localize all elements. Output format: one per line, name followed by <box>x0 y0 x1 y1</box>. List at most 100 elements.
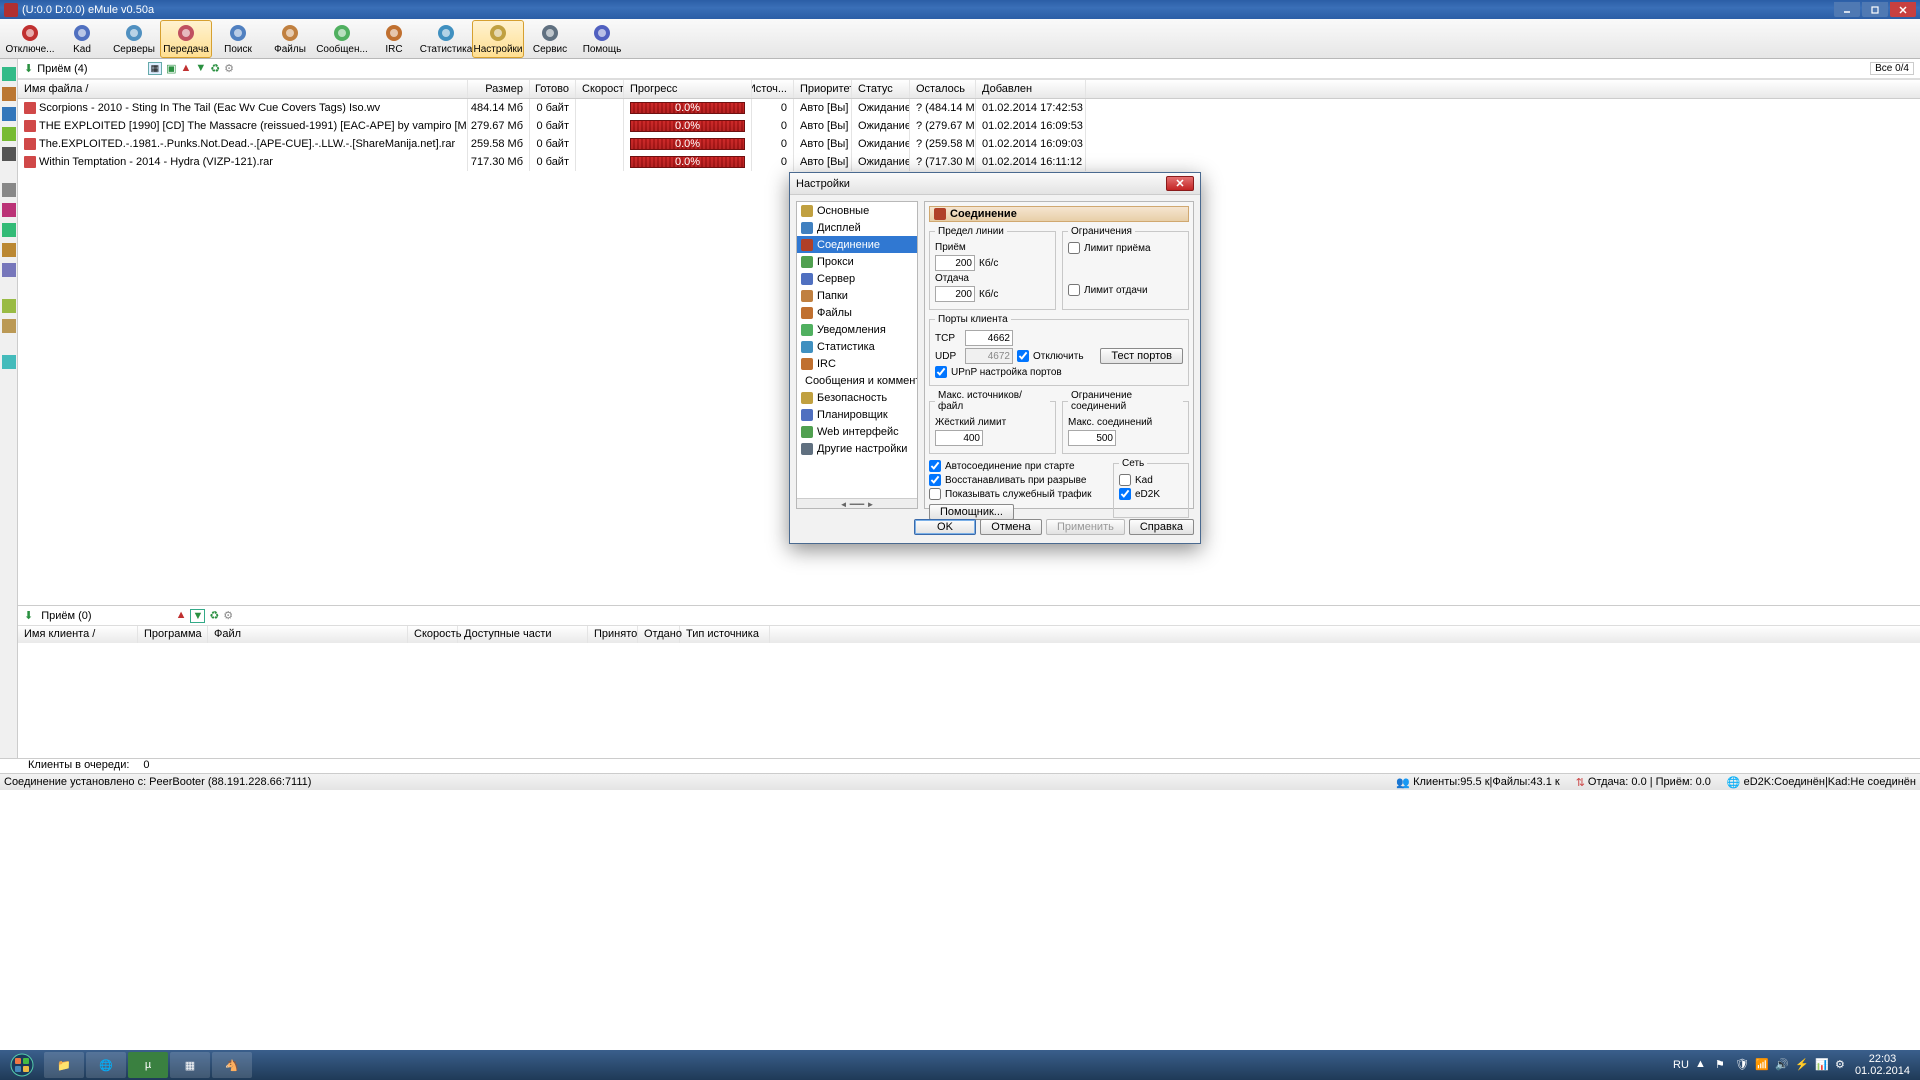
tree-item[interactable]: Основные <box>797 202 917 219</box>
col-stat[interactable]: Статус <box>852 80 910 98</box>
task-emule[interactable]: 🐴 <box>212 1052 252 1078</box>
tree-item[interactable]: Сообщения и комментарии <box>797 372 917 389</box>
col-client-speed[interactable]: Скорость <box>408 626 458 644</box>
side-icon[interactable] <box>2 355 16 369</box>
service-traffic-checkbox[interactable] <box>929 488 941 500</box>
col-client-name[interactable]: Имя клиента / <box>18 626 138 644</box>
tray-icon[interactable]: ⚡ <box>1795 1058 1809 1072</box>
max-conn-input[interactable] <box>1068 430 1116 446</box>
toolbar-files[interactable]: Файлы <box>264 20 316 58</box>
tray-icon[interactable]: ⚑ <box>1715 1058 1729 1072</box>
taskbar-clock[interactable]: 22:0301.02.2014 <box>1855 1053 1910 1077</box>
tree-item[interactable]: Файлы <box>797 304 917 321</box>
toolbar-settings[interactable]: Настройки <box>472 20 524 58</box>
arrow-up-icon[interactable]: ▲ <box>181 62 192 75</box>
side-icon[interactable] <box>2 87 16 101</box>
helper-button[interactable]: Помощник... <box>929 504 1014 520</box>
side-icon[interactable] <box>2 243 16 257</box>
test-ports-button[interactable]: Тест портов <box>1100 348 1183 364</box>
tree-item[interactable]: Соединение <box>797 236 917 253</box>
col-client-sent[interactable]: Отдано <box>638 626 680 644</box>
toolbar-stats[interactable]: Статистика <box>420 20 472 58</box>
start-button[interactable] <box>4 1051 40 1079</box>
side-icon[interactable] <box>2 67 16 81</box>
dialog-titlebar[interactable]: Настройки ✕ <box>790 173 1200 195</box>
hard-limit-input[interactable] <box>935 430 983 446</box>
clients-tab-label[interactable]: Приём (0) <box>41 610 91 622</box>
col-client-prog[interactable]: Программа <box>138 626 208 644</box>
task-app[interactable]: ▦ <box>170 1052 210 1078</box>
downloads-counter[interactable]: Все 0/4 <box>1870 62 1914 75</box>
tray-icon[interactable]: ⚙ <box>1835 1058 1849 1072</box>
col-prio[interactable]: Приоритет <box>794 80 852 98</box>
side-icon[interactable] <box>2 203 16 217</box>
tree-item[interactable]: Уведомления <box>797 321 917 338</box>
col-prog[interactable]: Прогресс <box>624 80 752 98</box>
volume-icon[interactable]: 🔊 <box>1775 1058 1789 1072</box>
arrow-up-icon[interactable]: ▲ <box>176 609 187 623</box>
tree-item[interactable]: Прокси <box>797 253 917 270</box>
tree-item[interactable]: Безопасность <box>797 389 917 406</box>
download-row[interactable]: Within Temptation - 2014 - Hydra (VIZP-1… <box>18 153 1920 171</box>
toolbar-transfer[interactable]: Передача <box>160 20 212 58</box>
toolbar-kad[interactable]: Kad <box>56 20 108 58</box>
tool-icon[interactable]: ⚙ <box>224 62 234 75</box>
download-row[interactable]: The.EXPLOITED.-.1981.-.Punks.Not.Dead.-.… <box>18 135 1920 153</box>
toolbar-messages[interactable]: Сообщен... <box>316 20 368 58</box>
tree-item[interactable]: Web интерфейс <box>797 423 917 440</box>
downloads-tab-label[interactable]: Приём (4) <box>37 63 87 75</box>
tcp-port-input[interactable] <box>965 330 1013 346</box>
tree-item[interactable]: Сервер <box>797 270 917 287</box>
col-rem[interactable]: Осталось <box>910 80 976 98</box>
reconnect-checkbox[interactable] <box>929 474 941 486</box>
toolbar-search[interactable]: Поиск <box>212 20 264 58</box>
side-icon[interactable] <box>2 263 16 277</box>
view-icon[interactable]: ▦ <box>148 62 163 75</box>
autoconnect-checkbox[interactable] <box>929 460 941 472</box>
task-explorer[interactable]: 📁 <box>44 1052 84 1078</box>
download-limit-input[interactable] <box>935 255 975 271</box>
col-client-file[interactable]: Файл <box>208 626 408 644</box>
download-cap-checkbox[interactable] <box>1068 242 1080 254</box>
side-icon[interactable] <box>2 223 16 237</box>
ok-button[interactable]: OK <box>914 519 976 535</box>
col-ready[interactable]: Готово <box>530 80 576 98</box>
tool-icon[interactable]: ♻ <box>210 62 220 75</box>
tree-item[interactable]: Папки <box>797 287 917 304</box>
tool-icon[interactable]: ▣ <box>166 62 176 75</box>
lang-indicator[interactable]: RU <box>1673 1059 1689 1071</box>
tree-item[interactable]: Планировщик <box>797 406 917 423</box>
tree-item[interactable]: Статистика <box>797 338 917 355</box>
minimize-button[interactable] <box>1834 2 1860 17</box>
download-row[interactable]: THE EXPLOITED [1990] [CD] The Massacre (… <box>18 117 1920 135</box>
toolbar-disconnect[interactable]: Отключе... <box>4 20 56 58</box>
upnp-checkbox[interactable] <box>935 366 947 378</box>
tool-icon[interactable]: ♻ <box>209 609 219 623</box>
download-row[interactable]: Scorpions - 2010 - Sting In The Tail (Ea… <box>18 99 1920 117</box>
side-icon[interactable] <box>2 107 16 121</box>
side-icon[interactable] <box>2 319 16 333</box>
col-client-recv[interactable]: Принято <box>588 626 638 644</box>
toolbar-help[interactable]: Помощь <box>576 20 628 58</box>
close-button[interactable] <box>1890 2 1916 17</box>
tool-icon[interactable]: ⚙ <box>223 609 233 623</box>
arrow-down-icon[interactable]: ▼ <box>195 62 206 75</box>
col-client-type[interactable]: Тип источника <box>680 626 770 644</box>
side-icon[interactable] <box>2 147 16 161</box>
tray-icon[interactable]: 📶 <box>1755 1058 1769 1072</box>
tree-item[interactable]: IRC <box>797 355 917 372</box>
task-utorrent[interactable]: µ <box>128 1052 168 1078</box>
col-size[interactable]: Размер <box>468 80 530 98</box>
toolbar-service[interactable]: Сервис <box>524 20 576 58</box>
tree-item[interactable]: Другие настройки <box>797 440 917 457</box>
upload-cap-checkbox[interactable] <box>1068 284 1080 296</box>
kad-checkbox[interactable] <box>1119 474 1131 486</box>
dialog-close-button[interactable]: ✕ <box>1166 176 1194 191</box>
toolbar-irc[interactable]: IRC <box>368 20 420 58</box>
tray-icon[interactable]: 📊 <box>1815 1058 1829 1072</box>
cancel-button[interactable]: Отмена <box>980 519 1042 535</box>
tree-scrollbar[interactable]: ◄ ━━━ ► <box>797 498 917 509</box>
arrow-down-icon[interactable]: ▼ <box>190 609 205 623</box>
col-speed[interactable]: Скорость <box>576 80 624 98</box>
apply-button[interactable]: Применить <box>1046 519 1125 535</box>
